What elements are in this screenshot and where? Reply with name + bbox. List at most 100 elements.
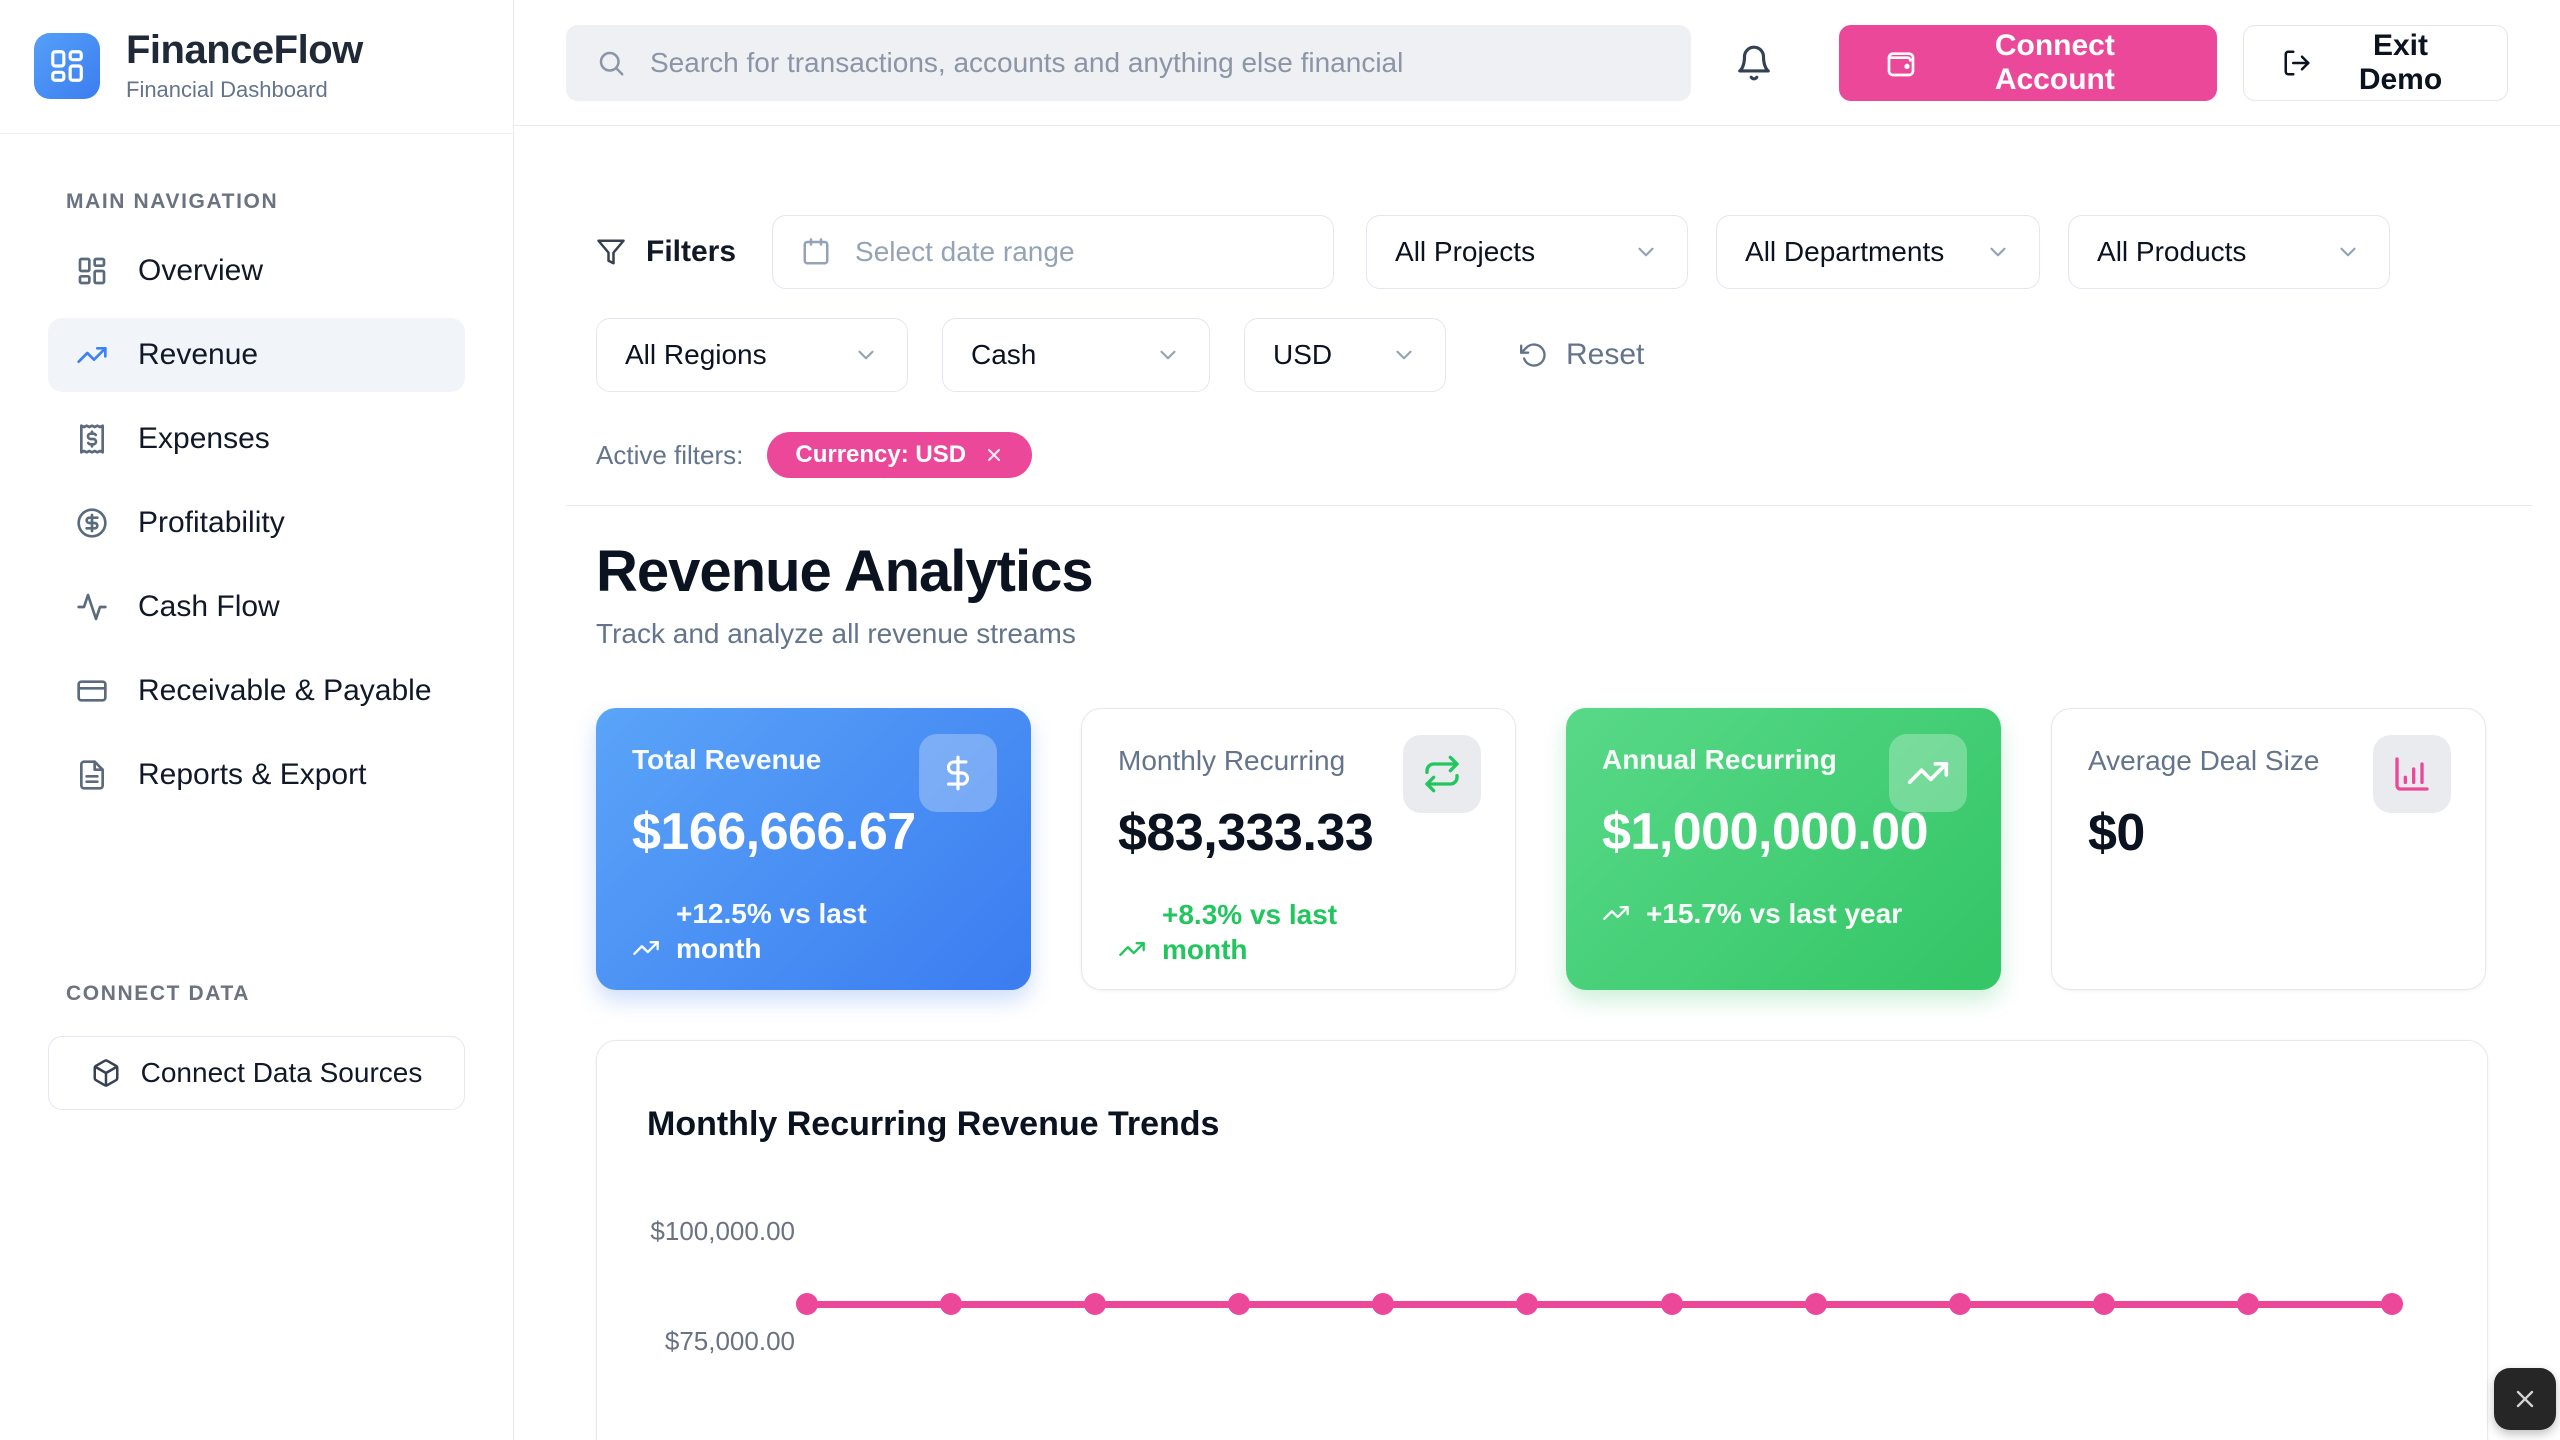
chart-point[interactable] [2237, 1293, 2259, 1315]
chart-point[interactable] [1661, 1293, 1683, 1315]
dashboard-icon [76, 255, 108, 287]
departments-select-value: All Departments [1745, 236, 1944, 268]
close-icon [2511, 1385, 2539, 1413]
bell-icon [1735, 44, 1773, 82]
wallet-icon [1885, 47, 1917, 79]
global-search[interactable] [566, 25, 1691, 101]
close-icon [984, 445, 1004, 465]
chevron-down-icon [1155, 342, 1181, 368]
chart-point[interactable] [1372, 1293, 1394, 1315]
chevron-down-icon [1985, 239, 2011, 265]
y-axis-tick-label: $100,000.00 [597, 1216, 795, 1247]
circle-dollar-icon [76, 507, 108, 539]
chart-point[interactable] [1084, 1293, 1106, 1315]
sidebar-item-reports-export[interactable]: Reports & Export [48, 738, 465, 812]
reset-filters-button[interactable]: Reset [1520, 338, 1644, 372]
search-icon [596, 48, 626, 78]
chart-line [807, 1301, 2392, 1308]
stat-card-annual-recurring: Annual Recurring $1,000,000.00 +15.7% vs… [1566, 708, 2001, 990]
chart-point[interactable] [940, 1293, 962, 1315]
search-input[interactable] [650, 47, 1661, 79]
active-filter-chip: Currency: USD [767, 432, 1032, 478]
page-subtitle: Track and analyze all revenue streams [596, 618, 1076, 650]
stat-delta: +12.5% vs last month [632, 896, 892, 966]
sidebar: FinanceFlow Financial Dashboard MAIN NAV… [0, 0, 514, 1440]
chevron-down-icon [1391, 342, 1417, 368]
exit-demo-button[interactable]: Exit Demo [2243, 25, 2508, 101]
credit-card-icon [76, 675, 108, 707]
connect-data-section: CONNECT DATA Connect Data Sources [0, 982, 513, 1110]
connect-data-sources-button[interactable]: Connect Data Sources [48, 1036, 465, 1110]
remove-filter-button[interactable] [984, 445, 1004, 465]
brand-block: FinanceFlow Financial Dashboard [0, 0, 513, 134]
chart-point[interactable] [2093, 1293, 2115, 1315]
sidebar-item-expenses[interactable]: Expenses [48, 402, 465, 476]
dashboard-grid-icon [48, 47, 86, 85]
sidebar-item-cash-flow[interactable]: Cash Flow [48, 570, 465, 644]
stat-cards: Total Revenue $166,666.67 +12.5% vs last… [596, 708, 2486, 990]
active-filters-row: Active filters: Currency: USD [596, 432, 1032, 478]
active-filters-label: Active filters: [596, 440, 743, 471]
stat-card-monthly-recurring: Monthly Recurring $83,333.33 +8.3% vs la… [1081, 708, 1516, 990]
trending-up-icon [76, 339, 108, 371]
connect-data-sources-label: Connect Data Sources [141, 1057, 423, 1089]
app-subtitle: Financial Dashboard [126, 77, 363, 103]
notifications-button[interactable] [1735, 44, 1773, 82]
app-root: FinanceFlow Financial Dashboard MAIN NAV… [0, 0, 2560, 1440]
regions-select-value: All Regions [625, 339, 767, 371]
stat-delta: +15.7% vs last year [1602, 896, 1965, 931]
trending-up-icon [1889, 734, 1967, 812]
connect-account-button[interactable]: Connect Account [1839, 25, 2217, 101]
topbar: Connect Account Exit Demo [514, 0, 2560, 126]
sidebar-item-label: Expenses [138, 422, 270, 456]
close-overlay-button[interactable] [2494, 1368, 2556, 1430]
chart-point[interactable] [1805, 1293, 1827, 1315]
trending-up-icon [1602, 899, 1630, 927]
dollar-icon [919, 734, 997, 812]
date-range-input[interactable]: Select date range [772, 215, 1334, 289]
currency-select[interactable]: USD [1244, 318, 1446, 392]
page-title: Revenue Analytics [596, 538, 1093, 605]
stat-delta: +8.3% vs last month [1118, 897, 1378, 967]
calendar-icon [801, 237, 831, 267]
chart-point[interactable] [1516, 1293, 1538, 1315]
activity-icon [76, 591, 108, 623]
projects-select[interactable]: All Projects [1366, 215, 1688, 289]
filters-label: Filters [646, 235, 736, 269]
regions-select[interactable]: All Regions [596, 318, 908, 392]
main-content: Filters Select date range All Projects A… [514, 126, 2560, 1440]
filters-row-1: Filters Select date range All Projects A… [596, 215, 2418, 289]
sidebar-item-receivable-payable[interactable]: Receivable & Payable [48, 654, 465, 728]
stat-card-average-deal-size: Average Deal Size $0 [2051, 708, 2486, 990]
sidebar-item-label: Reports & Export [138, 758, 366, 792]
trending-up-icon [1118, 935, 1146, 963]
sidebar-item-label: Cash Flow [138, 590, 280, 624]
main-nav: Overview Revenue Expenses Profitability … [0, 234, 513, 812]
stat-delta-text: +8.3% vs last month [1162, 897, 1378, 967]
accounting-basis-select[interactable]: Cash [942, 318, 1210, 392]
sidebar-item-revenue[interactable]: Revenue [48, 318, 465, 392]
chart-point[interactable] [1228, 1293, 1250, 1315]
mrr-trends-card: Monthly Recurring Revenue Trends $100,00… [596, 1040, 2488, 1440]
app-logo [34, 33, 100, 99]
mrr-chart-plot: $100,000.00$75,000.00$50,000.00 [597, 1041, 2487, 1440]
reset-label: Reset [1566, 338, 1644, 372]
currency-select-value: USD [1273, 339, 1332, 371]
repeat-icon [1403, 735, 1481, 813]
sidebar-item-profitability[interactable]: Profitability [48, 486, 465, 560]
sidebar-item-label: Overview [138, 254, 263, 288]
chevron-down-icon [2335, 239, 2361, 265]
sidebar-item-overview[interactable]: Overview [48, 234, 465, 308]
chart-point[interactable] [2381, 1293, 2403, 1315]
products-select[interactable]: All Products [2068, 215, 2390, 289]
chevron-down-icon [853, 342, 879, 368]
exit-demo-label: Exit Demo [2332, 29, 2469, 97]
sidebar-item-label: Revenue [138, 338, 258, 372]
y-axis-tick-label: $75,000.00 [597, 1326, 795, 1357]
chart-point[interactable] [1949, 1293, 1971, 1315]
section-divider [566, 505, 2532, 506]
sidebar-item-label: Receivable & Payable [138, 674, 432, 708]
filters-row-2: All Regions Cash USD Reset [596, 318, 1644, 392]
chart-point[interactable] [796, 1293, 818, 1315]
departments-select[interactable]: All Departments [1716, 215, 2040, 289]
